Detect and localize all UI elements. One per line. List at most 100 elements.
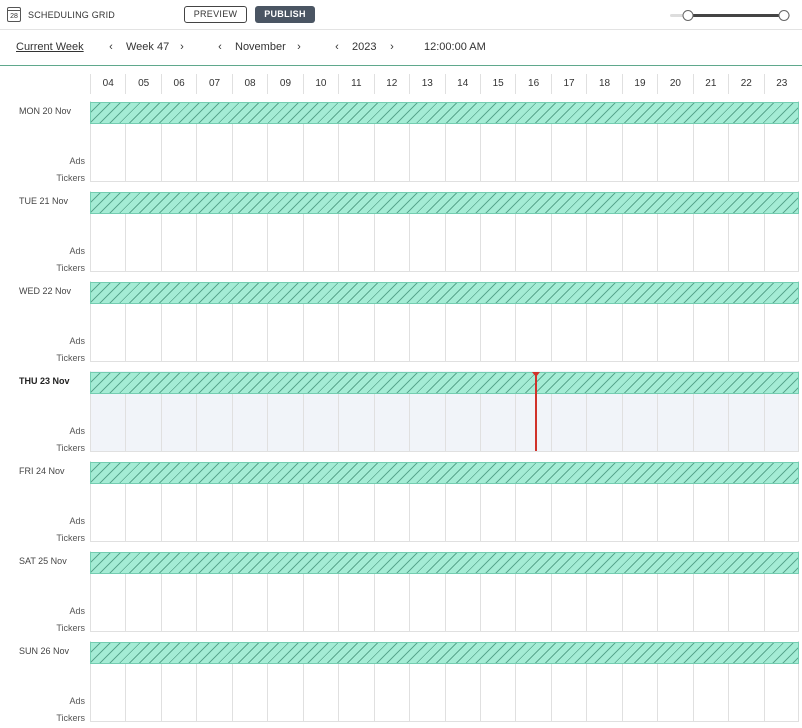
grid-line [515,214,517,271]
day-grid[interactable] [90,461,799,542]
grid-line [160,124,162,181]
grid-line [692,304,694,361]
grid-line [444,664,446,721]
grid-line [373,124,375,181]
grid-line [657,664,659,721]
lane-label-ads: Ads [69,516,85,526]
schedule-block[interactable] [90,192,799,214]
grid-line [586,664,588,721]
grid-line [160,214,162,271]
grid-line [373,304,375,361]
grid-line [621,574,623,631]
schedule-block[interactable] [90,372,799,394]
grid-line [267,484,269,541]
hour-label: 18 [586,74,621,94]
hour-label: 22 [728,74,763,94]
grid-line [160,394,162,451]
grid-line [621,394,623,451]
grid-line [692,574,694,631]
current-week-link[interactable]: Current Week [16,41,84,53]
schedule-block[interactable] [90,102,799,124]
grid-line [338,214,340,271]
date-navigation: Current Week ‹ Week 47 › ‹ November › ‹ … [0,30,802,66]
day-label: MON 20 Nov [19,106,72,116]
grid-line [302,484,304,541]
grid-line [302,394,304,451]
grid-line [657,574,659,631]
day-label: THU 23 Nov [19,376,70,386]
grid-line [196,664,198,721]
prev-year-button[interactable]: ‹ [332,41,342,53]
grid-line [692,394,694,451]
grid-line [621,214,623,271]
next-month-button[interactable]: › [294,41,304,53]
day-row: TUE 21 Nov Ads Tickers [0,191,802,281]
grid-line [338,664,340,721]
next-year-button[interactable]: › [387,41,397,53]
grid-line [657,394,659,451]
hour-label: 23 [763,74,799,94]
next-week-button[interactable]: › [177,41,187,53]
grid-line [586,394,588,451]
grid-line [231,574,233,631]
hour-label: 09 [267,74,302,94]
grid-line [479,484,481,541]
hour-label: 16 [515,74,550,94]
hour-label: 10 [302,74,338,94]
schedule-block[interactable] [90,282,799,304]
zoom-handle-low[interactable] [682,10,694,21]
grid-line [373,394,375,451]
grid-line [763,214,765,271]
grid-line [763,664,765,721]
grid-line [338,304,340,361]
grid-line [409,124,411,181]
zoom-handle-high[interactable] [778,10,790,21]
day-grid[interactable] [90,191,799,272]
publish-button[interactable]: PUBLISH [255,6,315,23]
grid-line [657,304,659,361]
grid-line [444,574,446,631]
grid-line [763,304,765,361]
day-row: WED 22 Nov Ads Tickers [0,281,802,371]
schedule-block[interactable] [90,642,799,664]
hour-label: 07 [196,74,231,94]
hour-label: 17 [550,74,586,94]
app-title: SCHEDULING GRID [28,10,116,20]
schedule-block[interactable] [90,552,799,574]
grid-line [586,124,588,181]
grid-line [728,214,730,271]
prev-month-button[interactable]: ‹ [215,41,225,53]
grid-line [586,214,588,271]
hour-label: 14 [444,74,480,94]
lane-label-tickers: Tickers [56,713,85,723]
hour-label: 19 [621,74,657,94]
day-grid[interactable] [90,641,799,722]
day-grid[interactable] [90,551,799,632]
grid-line [125,304,127,361]
grid-line [621,304,623,361]
grid-line [515,394,517,451]
grid-line [444,394,446,451]
lane-label-ads: Ads [69,606,85,616]
day-label: WED 22 Nov [19,286,72,296]
lane-label-ads: Ads [69,156,85,166]
day-grid[interactable] [90,101,799,182]
top-bar: 28 SCHEDULING GRID PREVIEW PUBLISH [0,0,802,30]
grid-line [763,574,765,631]
grid-line [621,484,623,541]
prev-week-button[interactable]: ‹ [106,41,116,53]
grid-line [125,574,127,631]
preview-button[interactable]: PREVIEW [184,6,247,23]
day-grid[interactable] [90,281,799,362]
hour-label: 06 [160,74,196,94]
zoom-slider[interactable] [667,9,793,21]
day-label: SAT 25 Nov [19,556,67,566]
day-row: MON 20 Nov Ads Tickers [0,101,802,191]
schedule-block[interactable] [90,462,799,484]
grid-line [657,484,659,541]
grid-line [479,574,481,631]
grid-line [550,484,552,541]
grid-line [231,394,233,451]
day-grid[interactable] [90,371,799,452]
grid-line [160,484,162,541]
